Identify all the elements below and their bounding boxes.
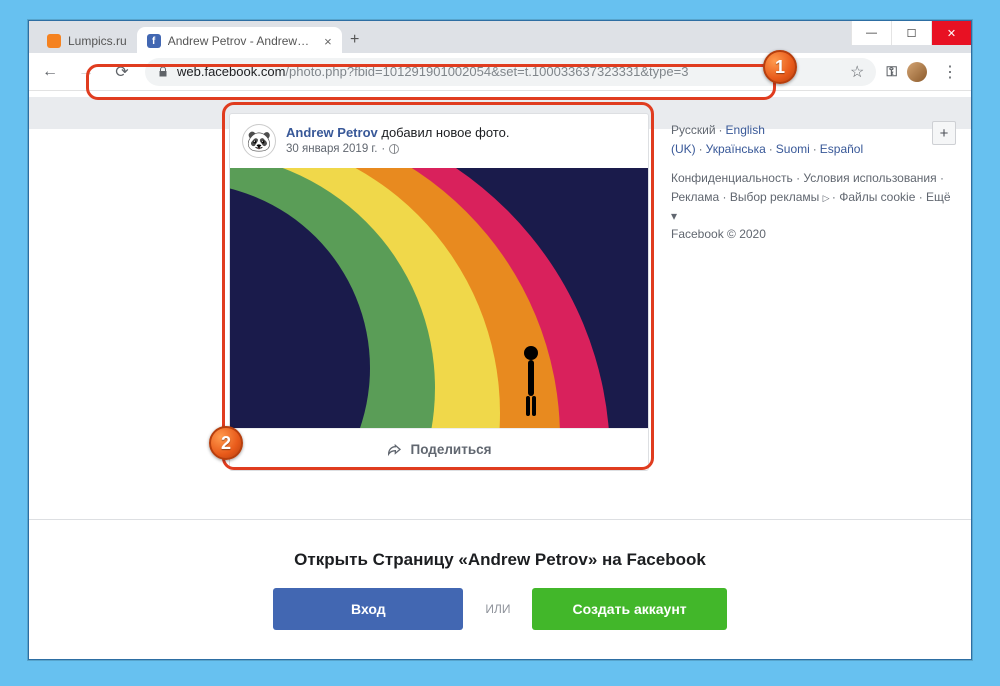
lang-link[interactable]: Suomi [776,142,810,156]
post-action-text: добавил новое фото. [378,125,510,140]
url-text: web.facebook.com/photo.php?fbid=10129190… [177,64,842,79]
annotation-badge-1: 1 [763,50,797,84]
browser-window: — ☐ ✕ Lumpics.ru f Andrew Petrov - Andre… [28,20,972,660]
signup-button[interactable]: Создать аккаунт [532,588,726,630]
tab-title: Lumpics.ru [68,34,127,48]
share-label: Поделиться [410,442,491,457]
post-date[interactable]: 30 января 2019 г. [286,142,377,158]
lang-link[interactable]: Español [820,142,863,156]
lang-link[interactable]: Українська [706,142,766,156]
favicon-lumpics-icon [47,34,61,48]
maximize-button[interactable]: ☐ [891,21,931,45]
tab-strip: Lumpics.ru f Andrew Petrov - Andrew Petr… [29,21,971,53]
footer-link[interactable]: Реклама [671,190,719,204]
cta-heading: Открыть Страницу «Andrew Petrov» на Face… [294,550,706,570]
new-tab-button[interactable]: + [342,27,368,53]
tab-facebook[interactable]: f Andrew Petrov - Andrew Petrov × [137,27,342,55]
tab-lumpics[interactable]: Lumpics.ru [37,27,137,55]
profile-avatar[interactable] [907,62,927,82]
favicon-facebook-icon: f [147,34,161,48]
photo-post-card: 🐼 Andrew Petrov добавил новое фото. 30 я… [229,113,649,471]
back-button[interactable]: ← [37,59,63,85]
reload-button[interactable]: ⟳ [109,59,135,85]
post-image[interactable] [230,168,648,428]
footer-links: Конфиденциальность · Условия использован… [671,169,956,243]
minimize-button[interactable]: — [851,21,891,45]
copyright: Facebook © 2020 [671,227,766,241]
footer-link[interactable]: Конфиденциальность [671,171,793,185]
login-button[interactable]: Вход [273,588,463,630]
window-controls: — ☐ ✕ [851,21,971,45]
language-list: Русский·English (UK)·Українська·Suomi·Es… [671,121,956,159]
footer-link[interactable]: Файлы cookie [839,190,915,204]
browser-toolbar: ← → ⟳ web.facebook.com/photo.php?fbid=10… [29,53,971,91]
close-tab-icon[interactable]: × [318,34,332,49]
right-sidebar: + Русский·English (UK)·Українська·Suomi·… [671,121,956,244]
login-cta-banner: Открыть Страницу «Andrew Petrov» на Face… [29,519,971,659]
footer-link[interactable]: Условия использования [803,171,936,185]
footer-link[interactable]: Выбор рекламы [730,190,819,204]
annotation-badge-2: 2 [209,426,243,460]
share-button[interactable]: Поделиться [230,428,648,470]
add-language-button[interactable]: + [932,121,956,145]
menu-button[interactable]: ⋮ [937,59,963,85]
page-content: 🐼 Andrew Petrov добавил новое фото. 30 я… [29,97,971,659]
footer-link[interactable]: Ещё [926,190,951,204]
privacy-public-icon[interactable] [389,144,399,154]
bookmark-star-icon[interactable]: ☆ [850,62,864,82]
forward-button[interactable]: → [73,59,99,85]
author-avatar[interactable]: 🐼 [242,124,276,158]
cta-separator: ИЛИ [485,602,510,616]
post-meta: 30 января 2019 г. · [286,142,509,158]
painting-rainbow [230,168,648,428]
close-button[interactable]: ✕ [931,21,971,45]
tab-title: Andrew Petrov - Andrew Petrov [168,34,311,48]
saved-passwords-icon[interactable]: ⚿ [886,63,897,80]
painting-figure [519,346,543,418]
lang-current: Русский [671,123,716,137]
share-arrow-icon [386,442,402,458]
post-header: 🐼 Andrew Petrov добавил новое фото. 30 я… [230,114,648,168]
lock-icon [157,66,169,78]
adchoices-icon: ▷ [823,193,829,203]
author-name-link[interactable]: Andrew Petrov [286,125,378,140]
